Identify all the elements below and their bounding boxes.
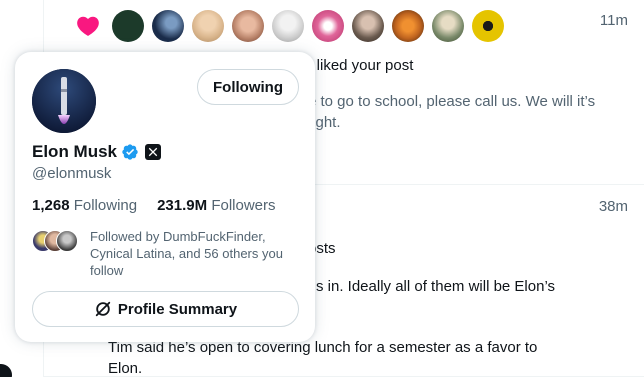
following-stat[interactable]: 1,268 Following	[32, 197, 137, 214]
liker-avatar[interactable]	[432, 10, 464, 42]
profile-summary-button[interactable]: Profile Summary	[32, 291, 299, 327]
notifications-page: 11m rs liked your post e to go to school…	[0, 0, 644, 377]
liker-avatar[interactable]	[392, 10, 424, 42]
liker-avatar[interactable]	[472, 10, 504, 42]
liker-avatar[interactable]	[192, 10, 224, 42]
profile-stats: 1,268 Following 231.9M Followers	[32, 197, 276, 214]
following-count: 1,268	[32, 197, 70, 214]
grok-icon	[94, 300, 112, 318]
notification-post-preview: s in. Ideally all of them will be Elon’s	[316, 278, 556, 295]
profile-handle[interactable]: @elonmusk	[32, 165, 111, 182]
heart-icon	[74, 12, 102, 40]
followed-by-avatars	[32, 230, 80, 252]
following-label: Following	[73, 197, 138, 214]
profile-hover-card: Following Elon Musk @elonmusk 1,268 Foll…	[15, 52, 315, 342]
following-button[interactable]: Following	[197, 69, 299, 105]
liker-avatar[interactable]	[352, 10, 384, 42]
liker-avatar[interactable]	[232, 10, 264, 42]
notification-timestamp[interactable]: 38m	[599, 198, 628, 215]
notification-post-preview-continued: Tim said he’s open to covering lunch for…	[108, 339, 538, 377]
notification-action-text: rs liked your post	[300, 57, 414, 74]
follower-avatar	[56, 230, 78, 252]
profile-name-row: Elon Musk	[32, 142, 162, 162]
liker-avatar[interactable]	[152, 10, 184, 42]
followers-count: 231.9M	[157, 197, 208, 214]
liker-avatars-row	[74, 10, 504, 42]
followed-by-section[interactable]: Followed by DumbFuckFinder, Cynical Lati…	[32, 228, 302, 279]
notification-timestamp[interactable]: 11m	[600, 12, 628, 29]
profile-display-name[interactable]: Elon Musk	[32, 142, 117, 162]
profile-avatar[interactable]	[32, 69, 96, 133]
verified-badge-icon[interactable]	[121, 143, 139, 161]
liker-avatar[interactable]	[112, 10, 144, 42]
profile-summary-label: Profile Summary	[117, 300, 238, 318]
liker-avatar[interactable]	[312, 10, 344, 42]
x-logo-icon[interactable]	[145, 144, 162, 160]
followed-by-text: Followed by DumbFuckFinder, Cynical Lati…	[90, 229, 283, 278]
liker-avatar[interactable]	[272, 10, 304, 42]
followers-stat[interactable]: 231.9M Followers	[157, 197, 275, 214]
followers-label: Followers	[211, 197, 276, 214]
account-avatar-edge[interactable]	[0, 364, 12, 377]
notification-post-preview: e to go to school, please call us. We wi…	[308, 93, 596, 131]
